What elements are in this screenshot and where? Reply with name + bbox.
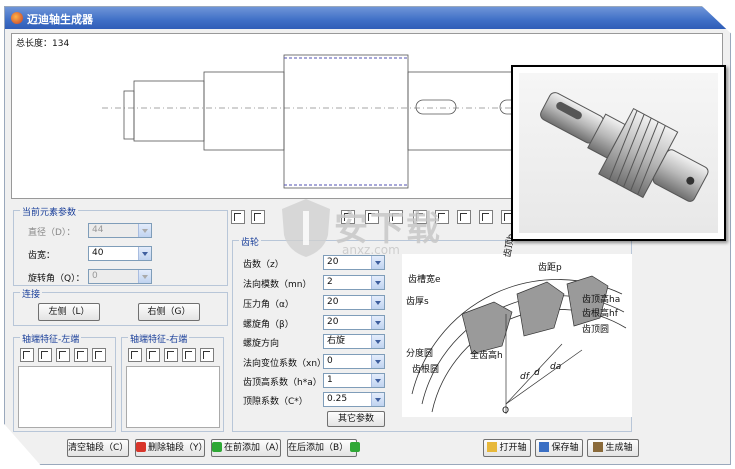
current-params-title: 当前元素参数 (20, 205, 79, 218)
chevron-down-icon (371, 374, 384, 387)
end-feature-tool-1[interactable] (20, 348, 34, 362)
chevron-down-icon (138, 247, 151, 260)
pitch-circle-label: 分度圆 (406, 349, 434, 359)
title-bar: 迈迪轴生成器 (5, 7, 730, 29)
open-shaft-button[interactable]: 打开轴 (483, 439, 531, 457)
end-left-group: 轴端特征-左端 (13, 332, 116, 432)
end-right-group: 轴端特征-右端 (121, 332, 224, 432)
delete-icon (136, 442, 146, 452)
gear-geometry-diagram: 齿距p 齿槽宽e 齿厚s 齿顶b 齿顶高ha 齿根高hf 齿顶圆 分度圆 齿根圆… (402, 233, 632, 417)
clearance-coefficient-label: 顶隙系数（C*） (243, 397, 308, 407)
pressure-angle-label: 压力角（α） (243, 300, 294, 310)
end-left-preview (18, 366, 112, 428)
shift-coefficient-select[interactable]: 0 (323, 354, 385, 369)
gear-shaft-render (540, 92, 709, 202)
add-before-button[interactable]: 在前添加（A） (211, 439, 284, 457)
helix-angle-label: 螺旋角（β） (243, 320, 294, 330)
diameter-label: 直径（D）： (28, 228, 76, 238)
connect-group: 连接 左侧（L） 右侧（G） (13, 287, 228, 326)
chevron-down-icon (371, 316, 384, 329)
end-left-title: 轴端特征-左端 (20, 332, 82, 345)
da-label: da (550, 362, 562, 372)
app-icon (11, 12, 23, 24)
chevron-down-icon (138, 270, 151, 283)
helix-direction-label: 螺旋方向 (243, 339, 280, 349)
end-feature-tool-1[interactable] (128, 348, 142, 362)
center-o-label: O (502, 406, 510, 416)
dedendum-label: 齿根高hf (582, 309, 618, 319)
normal-module-label: 法向模数（mn） (243, 280, 312, 290)
watermark-sub-text: anxz.com (342, 243, 400, 257)
pressure-angle-select[interactable]: 20 (323, 295, 385, 310)
helix-angle-select[interactable]: 20 (323, 315, 385, 330)
other-params-button[interactable]: 其它参数 (327, 411, 385, 427)
end-feature-tool-2[interactable] (38, 348, 52, 362)
folder-icon (487, 442, 498, 452)
watermark: 安下载 anxz.com (276, 195, 496, 261)
generate-shaft-button[interactable]: 生成轴 (587, 439, 639, 457)
save-icon (539, 442, 550, 452)
addendum-coefficient-select[interactable]: 1 (323, 373, 385, 388)
end-right-preview (126, 366, 220, 428)
groove-width-label: 齿槽宽e (408, 275, 441, 285)
end-feature-tool-4[interactable] (182, 348, 196, 362)
tooth-width-label: 齿宽： (28, 251, 56, 261)
tooth-thickness-label: 齿厚s (406, 297, 429, 307)
plus-icon (350, 442, 361, 452)
end-feature-tool-4[interactable] (74, 348, 88, 362)
element-tool-1[interactable] (231, 210, 245, 224)
clearance-coefficient-select[interactable]: 0.25 (323, 392, 385, 407)
rotation-label: 旋转角（Q）： (28, 274, 85, 284)
pitch-label: 齿距p (538, 263, 562, 273)
generate-icon (593, 442, 604, 452)
tip-circle-label: 齿顶圆 (582, 325, 610, 335)
end-feature-tool-3[interactable] (164, 348, 178, 362)
root-circle-label: 齿根圆 (412, 365, 440, 375)
current-params-group: 当前元素参数 直径（D）： 44 齿宽： 40 旋转角（Q）： 0 (13, 205, 228, 286)
chevron-down-icon (371, 276, 384, 289)
delete-segment-button[interactable]: 删除轴段（Y） (135, 439, 208, 457)
shift-coefficient-label: 法向变位系数（xn） (243, 359, 327, 369)
shield-icon (282, 199, 330, 257)
chevron-down-icon (371, 296, 384, 309)
element-tool-2[interactable] (251, 210, 265, 224)
addendum-label: 齿顶高ha (582, 295, 621, 305)
rotation-select: 0 (88, 269, 152, 284)
chevron-down-icon (371, 355, 384, 368)
full-depth-label: 全齿高h (470, 351, 503, 361)
end-feature-tool-5[interactable] (92, 348, 106, 362)
tooth-width-select[interactable]: 40 (88, 246, 152, 261)
addendum-coefficient-label: 齿顶高系数（h*a） (243, 378, 322, 388)
connect-right-button[interactable]: 右侧（G） (138, 303, 200, 321)
connect-title: 连接 (20, 287, 43, 300)
save-shaft-button[interactable]: 保存轴 (535, 439, 583, 457)
connect-left-button[interactable]: 左侧（L） (38, 303, 100, 321)
shaft-3d-preview (511, 65, 726, 241)
chevron-down-icon (371, 393, 384, 406)
window-title: 迈迪轴生成器 (27, 13, 93, 26)
end-feature-tool-3[interactable] (56, 348, 70, 362)
end-feature-tool-2[interactable] (146, 348, 160, 362)
diameter-select: 44 (88, 223, 152, 238)
clear-segments-button[interactable]: 清空轴段（C） (67, 439, 129, 457)
chevron-down-icon (371, 335, 384, 348)
helix-direction-select[interactable]: 右旋 (323, 334, 385, 349)
normal-module-select[interactable]: 2 (323, 275, 385, 290)
df-label: df (520, 372, 529, 382)
d-label: d (534, 368, 540, 378)
end-feature-tool-5[interactable] (200, 348, 214, 362)
end-right-title: 轴端特征-右端 (128, 332, 190, 345)
plus-icon (212, 442, 222, 452)
chevron-down-icon (138, 224, 151, 237)
gear-title: 齿轮 (239, 235, 262, 248)
add-after-button[interactable]: 在后添加（B） (287, 439, 361, 457)
